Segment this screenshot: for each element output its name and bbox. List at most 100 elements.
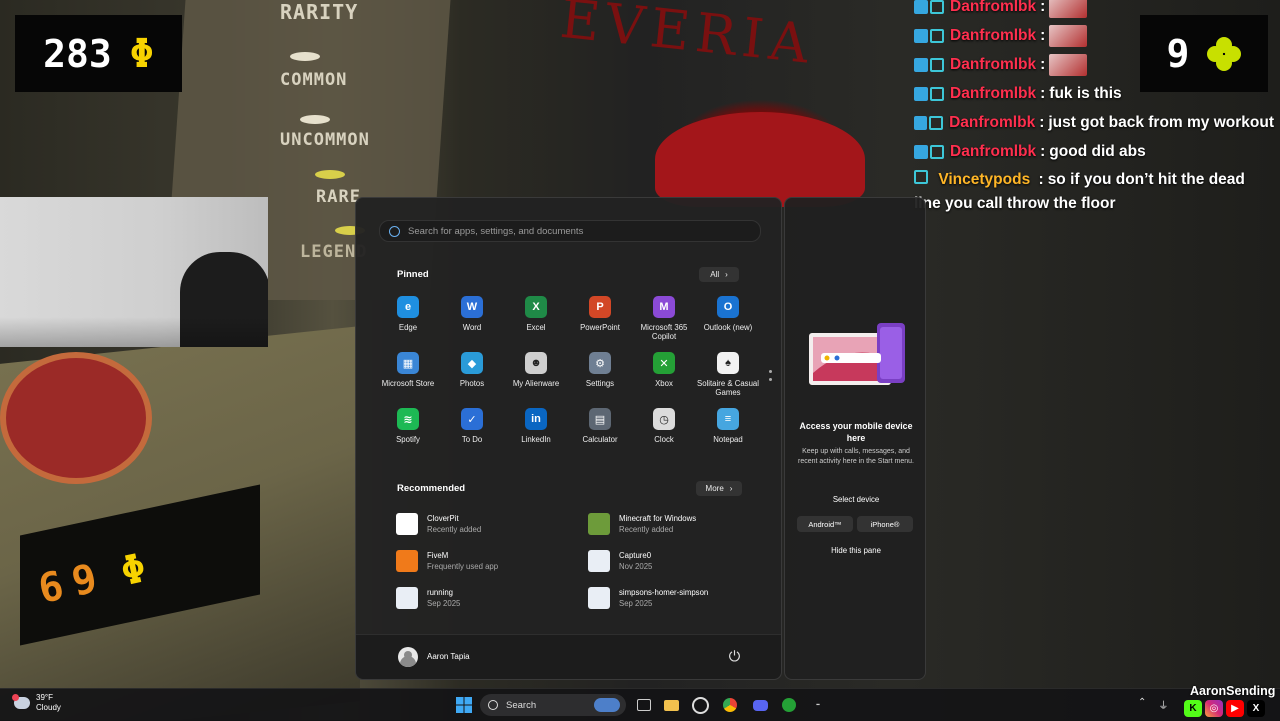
game-sign: EVERIA <box>557 0 818 77</box>
windows-start-icon[interactable] <box>454 695 474 715</box>
cloud-icon <box>12 694 30 709</box>
pinned-app[interactable]: ☻ My Alienware <box>504 352 568 398</box>
system-tray[interactable]: ⌃ ⏚ <box>1138 697 1168 712</box>
recommended-subtitle: Sep 2025 <box>619 599 653 608</box>
weather-widget[interactable]: 39°F Cloudy <box>12 693 61 713</box>
sub-badge-icon <box>929 115 944 130</box>
pinned-app[interactable]: W Word <box>440 296 504 342</box>
recommended-name: FiveM <box>427 551 449 560</box>
chat-message: Danfromlbk : fuk is this <box>914 79 1274 108</box>
hide-pane-link[interactable]: Hide this pane <box>785 546 927 555</box>
recommended-name: CloverPit <box>427 514 459 523</box>
task-view-icon[interactable] <box>634 695 654 715</box>
pinned-app[interactable]: e Edge <box>376 296 440 342</box>
user-name[interactable]: Aaron Tapia <box>427 652 470 661</box>
pinned-app[interactable]: ◆ Photos <box>440 352 504 398</box>
discord-icon[interactable] <box>750 695 770 715</box>
start-footer: Aaron Tapia <box>356 634 781 679</box>
recommended-subtitle: Recently added <box>619 525 674 534</box>
pinned-app[interactable]: X Excel <box>504 296 568 342</box>
pinned-app-label: LinkedIn <box>521 435 551 444</box>
more-button[interactable]: More › <box>696 481 742 496</box>
devices-illustration-icon <box>809 323 905 385</box>
rarity-title: RARITY <box>280 0 359 24</box>
pinned-app[interactable]: M Microsoft 365 Copilot <box>632 296 696 342</box>
power-icon[interactable] <box>728 649 741 662</box>
select-device-label: Select device <box>832 495 880 504</box>
iphone-button[interactable]: iPhone® <box>857 516 913 532</box>
chat-text: just got back from my workout <box>1048 113 1274 131</box>
pane-title: Access your mobile device here <box>799 421 913 443</box>
spotify-icon: ≋ <box>397 408 419 430</box>
social-icons: K ◎ ▶ X <box>1184 700 1265 717</box>
recommended-item[interactable]: CloverPit Recently added <box>396 511 588 537</box>
red-phone <box>655 112 865 207</box>
microphone-icon[interactable]: ⏚ <box>1158 697 1168 712</box>
webcam-shadow <box>0 317 268 347</box>
recommended-item[interactable]: simpsons-homer-simpson Sep 2025 <box>588 585 756 611</box>
pinned-app-label: Calculator <box>582 435 618 444</box>
file-explorer-icon[interactable] <box>661 695 681 715</box>
page-dots[interactable] <box>769 370 772 386</box>
more-label: More <box>705 484 724 493</box>
pinned-app[interactable]: ✓ To Do <box>440 408 504 454</box>
coin-count: 283 <box>43 31 112 76</box>
pinned-app[interactable]: ▤ Calculator <box>568 408 632 454</box>
chat-username: Danfromlbk <box>950 142 1037 160</box>
pinned-app[interactable]: ♠ Solitaire & Casual Games <box>696 352 760 398</box>
chat-message: Danfromlbk : <box>914 0 1274 21</box>
sub-badge-icon <box>914 170 928 184</box>
chat-message: Vincetypods : so if you don’t hit the dea… <box>914 168 1274 216</box>
taskbar: 39°F Cloudy Search ▪▪ ⌃ ⏚ <box>0 688 1280 721</box>
pinned-app[interactable]: ◷ Clock <box>632 408 696 454</box>
recommended-name: Capture0 <box>619 551 652 560</box>
recommended-name: simpsons-homer-simpson <box>619 588 709 597</box>
coin-symbol: Φ <box>129 30 154 77</box>
recommended-name: Minecraft for Windows <box>619 514 697 523</box>
all-apps-button[interactable]: All › <box>699 267 739 282</box>
start-search-box[interactable] <box>379 220 761 242</box>
pinned-app-label: Microsoft Store <box>381 379 435 388</box>
taskbar-search[interactable]: Search <box>480 694 626 716</box>
emote-icon <box>1049 53 1088 76</box>
chrome-icon[interactable] <box>720 695 740 715</box>
chat-username: Danfromlbk <box>949 113 1036 131</box>
start-search-input[interactable] <box>406 224 740 238</box>
chat-message: Danfromlbk : good did abs <box>914 137 1274 166</box>
android-button[interactable]: Android™ <box>797 516 853 532</box>
sub-badge-icon <box>930 0 944 14</box>
recommended-grid: CloverPit Recently added Minecraft for Win… <box>396 511 756 611</box>
pinned-app[interactable]: ≋ Spotify <box>376 408 440 454</box>
pinned-app[interactable]: O Outlook (new) <box>696 296 760 342</box>
obs-icon[interactable] <box>690 695 710 715</box>
recommended-item[interactable]: FiveM Frequently used app <box>396 548 588 574</box>
recommended-item[interactable]: running Sep 2025 <box>396 585 588 611</box>
youtube-icon: ▶ <box>1226 700 1244 717</box>
copilot-icon: M <box>653 296 675 318</box>
recommended-item[interactable]: Capture0 Nov 2025 <box>588 548 756 574</box>
xbox-taskbar-icon[interactable] <box>779 695 799 715</box>
pinned-app[interactable]: P PowerPoint <box>568 296 632 342</box>
cloverpit-taskbar-icon[interactable]: ▪▪ <box>808 695 828 715</box>
avatar[interactable] <box>398 647 418 667</box>
chevron-up-icon[interactable]: ⌃ <box>1138 697 1146 712</box>
pinned-app[interactable]: ⚙ Settings <box>568 352 632 398</box>
pinned-app-label: Word <box>462 323 482 332</box>
prime-badge-icon <box>914 57 928 72</box>
chat-separator: : <box>1040 84 1046 102</box>
file-icon <box>588 587 610 609</box>
recommended-item[interactable]: Minecraft for Windows Recently added <box>588 511 756 537</box>
pinned-app[interactable]: in LinkedIn <box>504 408 568 454</box>
instagram-icon: ◎ <box>1205 700 1223 717</box>
sub-badge-icon <box>930 144 944 159</box>
file-icon <box>396 587 418 609</box>
prime-badge-icon <box>914 28 928 43</box>
weather-condition: Cloudy <box>36 703 61 712</box>
xbox-icon: ✕ <box>653 352 675 374</box>
sub-badge-icon <box>930 57 944 72</box>
fivem-icon <box>396 550 418 572</box>
pinned-app[interactable]: ▦ Microsoft Store <box>376 352 440 398</box>
pinned-app[interactable]: ≡ Notepad <box>696 408 760 454</box>
recommended-title: Recommended <box>397 483 466 494</box>
pinned-app[interactable]: ✕ Xbox <box>632 352 696 398</box>
